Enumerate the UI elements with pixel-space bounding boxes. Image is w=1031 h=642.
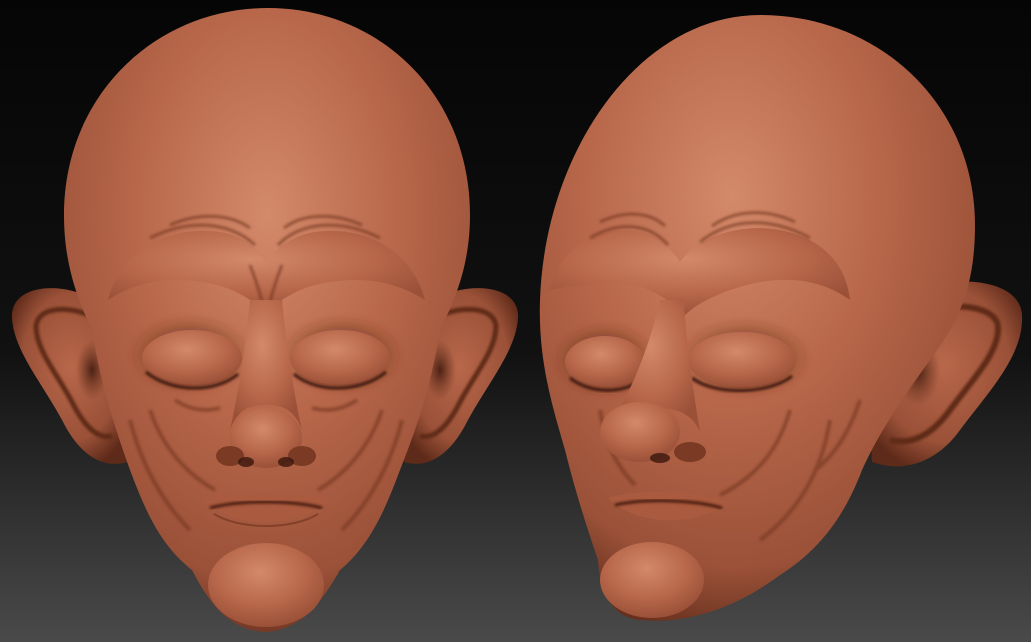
- tq-chin: [600, 542, 704, 618]
- sculpt-viewport: [0, 0, 1031, 642]
- front-chin: [208, 543, 324, 627]
- viewport-canvas: [0, 0, 1031, 642]
